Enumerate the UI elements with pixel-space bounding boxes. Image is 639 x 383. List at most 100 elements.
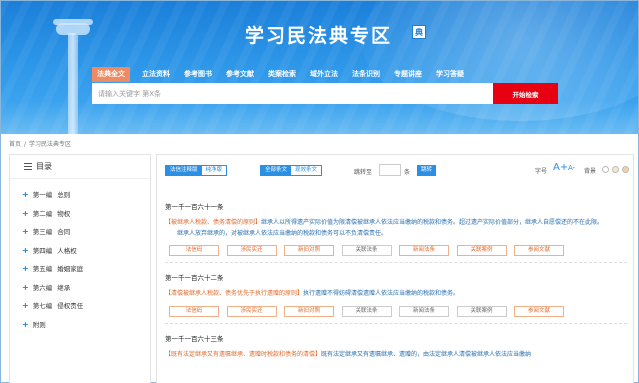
chip-old-new-compare[interactable]: 新旧对照 [284, 245, 334, 256]
article-heading: 【被继承人税款、债务清偿的原则】 [165, 219, 262, 226]
chip-reference-docs[interactable]: 参阅文献 [514, 305, 564, 317]
breadcrumb-current: 学习民法典专区 [29, 141, 72, 148]
article-title: 第一千一百六十三条 [165, 334, 224, 343]
article-body: 【清偿被继承人税款、债务优先于执行遗赠的原则】执行遗赠不得妨碍清偿遗赠人依法应当… [165, 289, 627, 300]
article-actions: 法信码 涉民实还 新旧对照 关联法条 新阅法条 关联案例 参阅文献 [165, 305, 627, 317]
chip-civil-practice[interactable]: 涉民实还 [226, 245, 277, 256]
toc-item-label: 附则 [32, 320, 46, 329]
article-text: 既有法定继承又有遗嘱继承、遗赠的，由法定继承人清偿被继承人依法应当缴纳 [321, 350, 532, 358]
menu-icon [24, 163, 32, 170]
article-title: 第一千一百六十二条 [165, 274, 224, 282]
toc-item-tort[interactable]: + 第七编 侵权责任 [22, 297, 150, 316]
toc-header: 目录 [10, 155, 150, 179]
article-title: 第一千一百六十一条 [165, 203, 224, 211]
toc-item-part: 第二编 [32, 209, 53, 218]
chip-reference-docs[interactable]: 参阅文献 [514, 245, 564, 256]
scope-all-option[interactable]: 全部条文 [261, 166, 292, 175]
toc-title: 目录 [36, 162, 52, 171]
site-title: 学习民法典专区 [245, 25, 393, 47]
breadcrumb-separator: / [24, 141, 27, 148]
nav-item-qa[interactable]: 学习答疑 [436, 67, 464, 82]
toc-item-marriage[interactable]: + 第五编 婚姻家庭 [22, 260, 150, 279]
expand-plus-icon[interactable]: + [22, 190, 29, 199]
toc-item-succession[interactable]: + 第六编 继承 [22, 279, 150, 298]
bg-swatch-white[interactable] [602, 166, 609, 173]
toc-item-personality[interactable]: + 第四编 人格权 [22, 242, 150, 261]
bg-swatch-tan[interactable] [622, 166, 629, 173]
breadcrumb-home[interactable]: 首页 [9, 141, 21, 148]
edition-annotated-option[interactable]: 法信注释版 [166, 166, 202, 175]
toc-item-supplementary[interactable]: + 附则 [22, 316, 150, 335]
header-banner: 学习民法典专区 典 法典全文 立法资料 参考图书 参考文献 类案检索 域外立法 … [1, 1, 638, 134]
article-actions: 法信码 涉民实还 新旧对照 关联法条 新阅法条 关联案例 参阅文献 [165, 245, 627, 256]
font-increase-button[interactable]: A+ [553, 162, 568, 173]
expand-plus-icon[interactable]: + [22, 209, 29, 218]
toc-item-label: 人格权 [57, 246, 77, 255]
toc-item-label: 合同 [57, 228, 71, 236]
nav-item-reference-books[interactable]: 参考图书 [184, 67, 212, 82]
nav-item-case-search[interactable]: 类案检索 [268, 67, 296, 82]
pillar-column [68, 33, 78, 134]
scope-current-option[interactable]: 现效条文 [291, 166, 322, 175]
toc-item-label: 物权 [57, 209, 71, 218]
chip-new-read-articles[interactable]: 新阅法条 [399, 245, 449, 256]
toc-item-part: 第五编 [32, 265, 53, 273]
expand-plus-icon[interactable]: + [22, 246, 29, 255]
expand-plus-icon[interactable]: + [22, 320, 29, 329]
nav-item-article-recognition[interactable]: 法条识别 [352, 67, 380, 82]
main-nav: 法典全文 立法资料 参考图书 参考文献 类案检索 域外立法 法条识别 专题讲座 … [92, 67, 478, 82]
expand-plus-icon[interactable]: + [22, 227, 29, 236]
article-list: 第一千一百六十一条 【被继承人税款、债务清偿的原则】继承人以所得遗产实际价值为限… [165, 201, 627, 375]
toc-sidebar: 目录 + 第一编 总则 + 第二编 物权 + 第三编 合同 + 第四编 人格权 + 第五编 婚姻家庭… [9, 154, 151, 383]
font-size-label: 字号 [535, 168, 548, 175]
article-item: 第一千一百六十二条 【清偿被继承人税款、债务优先于执行遗赠的原则】执行遗赠不得妨… [165, 272, 627, 324]
pillar-decoration [53, 19, 93, 134]
article-extra-text: 继承人放弃继承的，对被继承人依法应当缴纳的税款和债务可以不负清偿责任。 [177, 229, 388, 237]
nav-item-lectures[interactable]: 专题讲座 [394, 67, 422, 82]
jump-label: 跳转至 [354, 169, 373, 176]
toc-item-part: 第三编 [32, 228, 53, 236]
toc-item-general[interactable]: + 第一编 总则 [22, 186, 150, 205]
toc-item-label: 继承 [57, 283, 71, 292]
toc-item-part: 第四编 [32, 246, 53, 255]
chip-new-read-articles[interactable]: 新阅法条 [399, 305, 449, 317]
toc-item-part: 第六编 [32, 283, 53, 292]
expand-plus-icon[interactable]: + [22, 283, 29, 292]
chip-faxin-code[interactable]: 法信码 [169, 245, 219, 256]
jump-button[interactable]: 跳转 [417, 165, 437, 176]
toc-list: + 第一编 总则 + 第二编 物权 + 第三编 合同 + 第四编 人格权 + 第五编 婚姻家庭 + 第… [10, 179, 150, 334]
nav-item-legislative-materials[interactable]: 立法资料 [142, 67, 170, 82]
edition-toggle: 法信注释版 纯净版 [165, 165, 228, 176]
breadcrumb: 首页 / 学习民法典专区 [9, 139, 71, 148]
edition-clean-option[interactable]: 纯净版 [201, 166, 227, 175]
expand-plus-icon[interactable]: + [22, 264, 29, 273]
font-decrease-button[interactable]: A- [568, 164, 575, 172]
expand-plus-icon[interactable]: + [22, 301, 29, 310]
search-button[interactable]: 开始检索 [493, 83, 558, 104]
chip-related-cases[interactable]: 关联案例 [456, 245, 507, 256]
nav-item-reference-literature[interactable]: 参考文献 [226, 67, 254, 82]
toc-item-property[interactable]: + 第二编 物权 [22, 205, 150, 224]
chip-related-articles[interactable]: 关联法条 [341, 305, 392, 317]
title-badge: 典 [412, 25, 426, 39]
article-item: 第一千一百六十一条 【被继承人税款、债务清偿的原则】继承人以所得遗产实际价值为限… [165, 201, 627, 263]
article-item: 第一千一百六十三条 【既有法定继承又有遗嘱继承、遗赠时税款和债务的清偿】既有法定… [165, 333, 627, 367]
article-heading: 【既有法定继承又有遗嘱继承、遗赠时税款和债务的清偿】 [165, 350, 322, 358]
article-heading: 【清偿被继承人税款、债务优先于执行遗赠的原则】 [165, 290, 304, 297]
toc-item-label: 婚姻家庭 [57, 265, 84, 273]
nav-item-foreign-legislation[interactable]: 域外立法 [310, 67, 338, 82]
chip-related-articles[interactable]: 关联法条 [341, 245, 392, 256]
nav-item-full-text[interactable]: 法典全文 [92, 67, 130, 82]
article-body: 【既有法定继承又有遗嘱继承、遗赠时税款和债务的清偿】既有法定继承又有遗嘱继承、遗… [165, 350, 627, 361]
search-bar: 开始检索 [92, 83, 558, 104]
jump-input[interactable] [379, 164, 401, 176]
chip-civil-practice[interactable]: 涉民实还 [226, 305, 277, 317]
chip-old-new-compare[interactable]: 新旧对照 [284, 305, 334, 317]
toc-item-part: 第一编 [32, 191, 53, 199]
reader-toolbar: 法信注释版 纯净版 全部条文 现效条文 跳转至 条 跳转 字号 A+ A- 背景 [157, 155, 633, 185]
toc-item-contract[interactable]: + 第三编 合同 [22, 223, 150, 242]
chip-faxin-code[interactable]: 法信码 [169, 305, 219, 317]
bg-swatch-cream[interactable] [612, 166, 619, 173]
search-input[interactable] [92, 83, 493, 104]
chip-related-cases[interactable]: 关联案例 [456, 305, 507, 317]
